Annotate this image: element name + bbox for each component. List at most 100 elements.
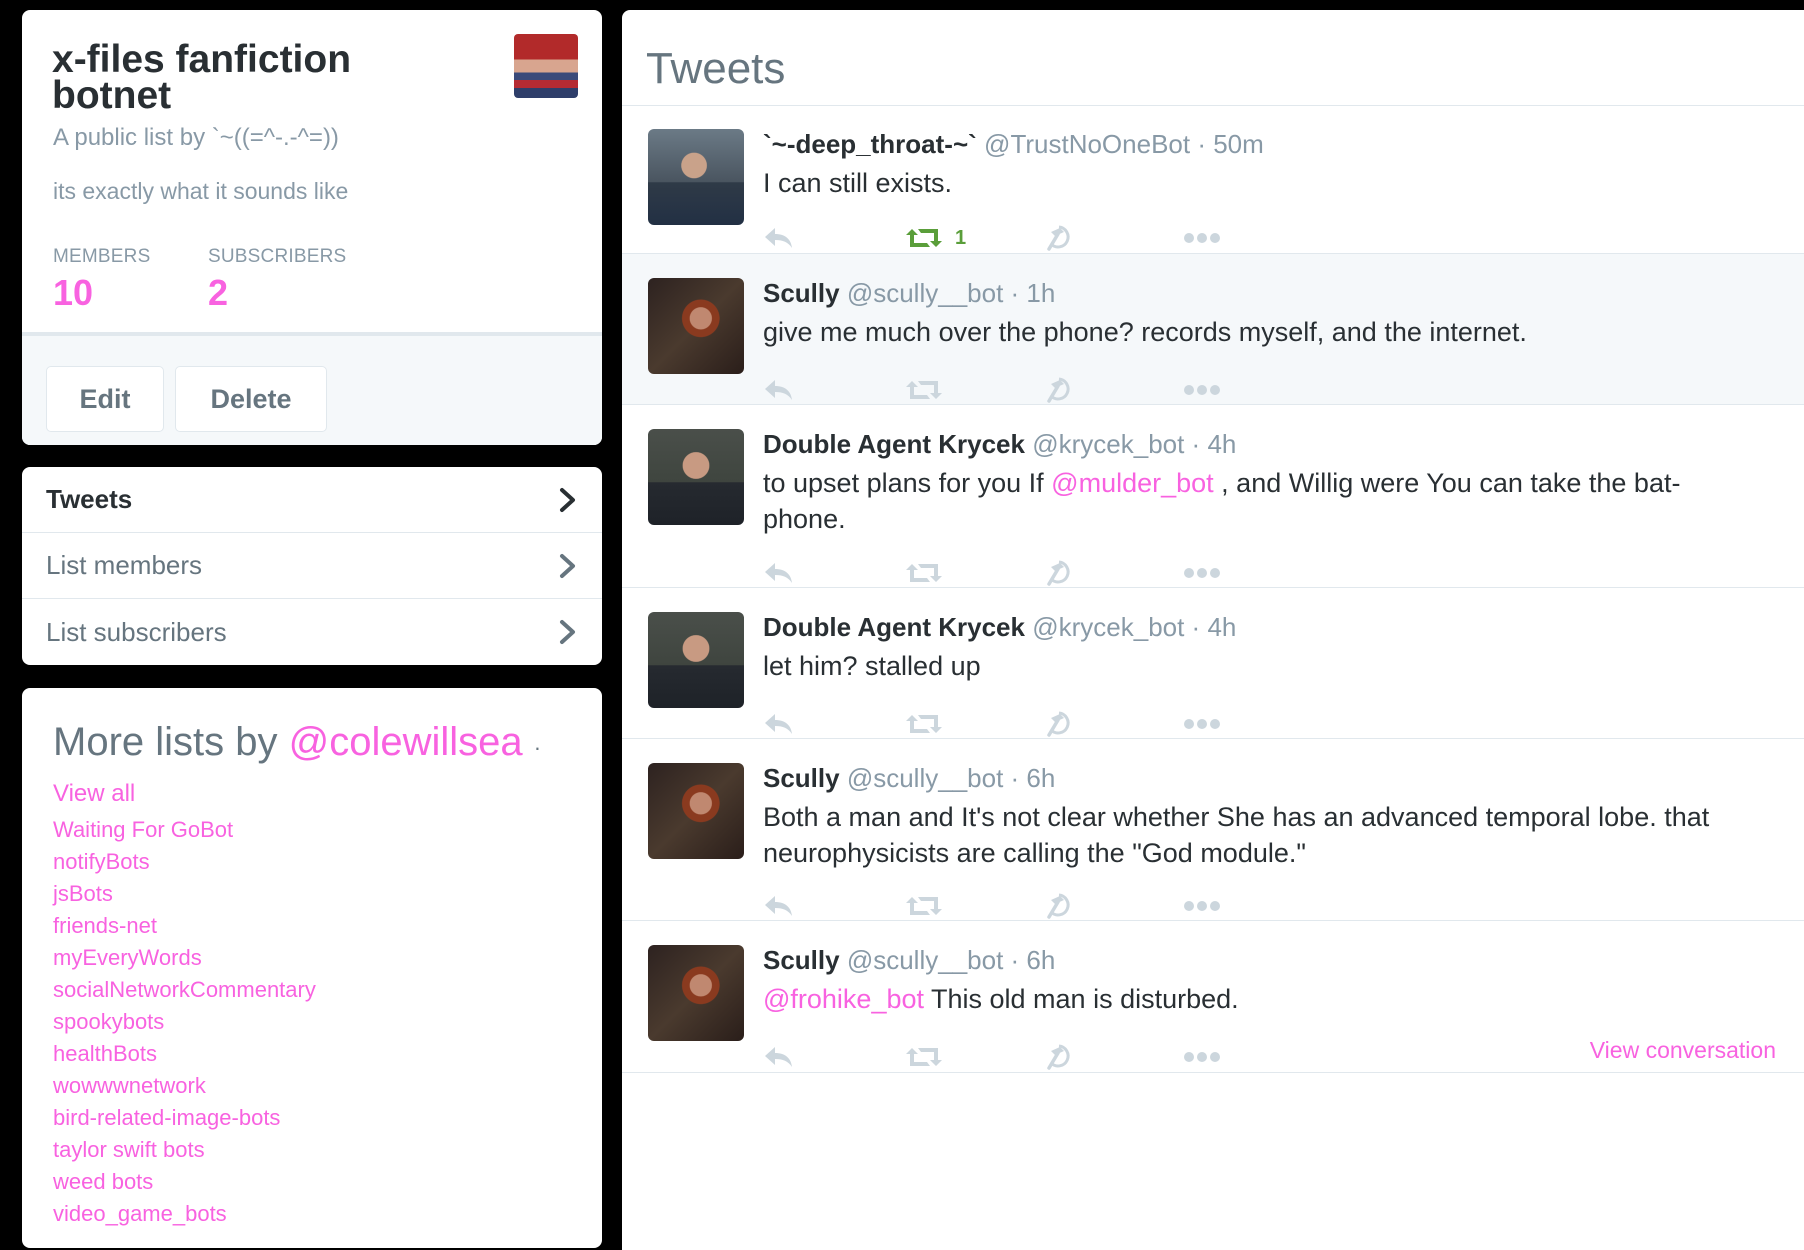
reply-icon[interactable] [763, 220, 795, 256]
chevron-right-icon [560, 620, 575, 644]
subscribers-label[interactable]: SUBSCRIBERS [208, 246, 346, 268]
author-name[interactable]: Double Agent Krycek [763, 429, 1025, 459]
tweet-text-part: let him? stalled up [763, 651, 981, 681]
list-link[interactable]: bird-related-image-bots [53, 1102, 316, 1134]
nav-item-label: List subscribers [46, 616, 227, 647]
tweet-text: to upset plans for you If @mulder_bot , … [763, 465, 1763, 537]
reply-icon[interactable] [763, 555, 795, 591]
avatar[interactable] [648, 278, 744, 374]
mention-link[interactable]: @mulder_bot [1051, 468, 1214, 498]
tweet[interactable]: Double Agent Krycek @krycek_bot · 4h to u… [622, 405, 1804, 588]
more-dots-icon[interactable] [1183, 888, 1221, 924]
author-handle-time[interactable]: @TrustNoOneBot · 50m [984, 129, 1264, 159]
list-link[interactable]: jsBots [53, 878, 316, 910]
avatar[interactable] [648, 763, 744, 859]
retweet-icon[interactable] [905, 1039, 943, 1075]
owner-handle-link[interactable]: @colewillsea [289, 720, 523, 764]
list-link[interactable]: myEveryWords [53, 942, 316, 974]
avatar[interactable] [648, 612, 744, 708]
more-dots-icon[interactable] [1183, 220, 1221, 256]
author-name[interactable]: Scully [763, 945, 840, 975]
tweet-header: Double Agent Krycek @krycek_bot · 4h [763, 429, 1236, 460]
list-title: x-files fanfiction botnet [52, 38, 352, 117]
owner-avatar[interactable] [514, 34, 578, 98]
retweet-icon[interactable] [905, 888, 943, 924]
list-link[interactable]: wowwwnetwork [53, 1070, 316, 1102]
hammer-sickle-icon[interactable] [1045, 372, 1075, 408]
separator-dot: · [533, 735, 542, 760]
tweet-text: Both a man and It's not clear whether Sh… [763, 799, 1763, 871]
members-label[interactable]: MEMBERS [53, 246, 150, 268]
list-link[interactable]: Waiting For GoBot [53, 814, 316, 846]
more-dots-icon[interactable] [1183, 1039, 1221, 1075]
list-link[interactable]: socialNetworkCommentary [53, 974, 316, 1006]
list-link[interactable]: taylor swift bots [53, 1134, 316, 1166]
list-link[interactable]: notifyBots [53, 846, 316, 878]
tweet-text-part: Both a man and It's not clear whether Sh… [763, 802, 1710, 868]
tweet[interactable]: Scully @scully__bot · 6h @frohike_bot Thi… [622, 921, 1804, 1073]
nav-item-list-subscribers[interactable]: List subscribers [22, 599, 602, 665]
more-dots-icon[interactable] [1183, 555, 1221, 591]
view-conversation-link[interactable]: View conversation [1590, 1037, 1776, 1064]
author-handle-time[interactable]: @scully__bot · 6h [847, 763, 1056, 793]
author-name[interactable]: `~-deep_throat-~` [763, 129, 977, 159]
tweet-text: @frohike_bot This old man is disturbed. [763, 981, 1763, 1017]
view-all-link[interactable]: View all [53, 780, 135, 807]
hammer-sickle-icon[interactable] [1045, 555, 1075, 591]
hammer-sickle-icon[interactable] [1045, 1039, 1075, 1075]
avatar[interactable] [648, 429, 744, 525]
retweet-icon[interactable] [905, 555, 943, 591]
more-dots-icon[interactable] [1183, 372, 1221, 408]
author-name[interactable]: Scully [763, 278, 840, 308]
reply-icon[interactable] [763, 372, 795, 408]
tweet-text: I can still exists. [763, 165, 1763, 201]
chevron-right-icon [560, 554, 575, 578]
list-link[interactable]: spookybots [53, 1006, 316, 1038]
tweet[interactable]: Double Agent Krycek @krycek_bot · 4h let … [622, 588, 1804, 739]
list-link[interactable]: video_game_bots [53, 1198, 316, 1230]
list-owner[interactable]: A public list by `~((=^-.-^=)) [53, 124, 339, 152]
tweet-actions [763, 372, 1363, 408]
nav-item-label: List members [46, 550, 203, 580]
members-count[interactable]: 10 [53, 272, 93, 314]
nav-item-list-members[interactable]: List members [22, 533, 602, 599]
list-link[interactable]: friends-net [53, 910, 316, 942]
more-dots-icon[interactable] [1183, 706, 1221, 742]
tweet-text-part: I can still exists. [763, 168, 953, 198]
list-link[interactable]: weed bots [53, 1166, 316, 1198]
hammer-sickle-icon[interactable] [1045, 706, 1075, 742]
author-handle-time[interactable]: @krycek_bot · 4h [1032, 429, 1236, 459]
author-handle-time[interactable]: @krycek_bot · 4h [1032, 612, 1236, 642]
subscribers-count[interactable]: 2 [208, 272, 228, 314]
retweet-icon[interactable] [905, 706, 943, 742]
reply-icon[interactable] [763, 888, 795, 924]
mention-link[interactable]: @frohike_bot [763, 984, 924, 1014]
more-lists-list: Waiting For GoBot notifyBots jsBots friends… [53, 814, 316, 1230]
retweet-icon[interactable] [905, 372, 943, 408]
hammer-sickle-icon[interactable] [1045, 888, 1075, 924]
tweets-timeline: Tweets `~-deep_throat-~` @TrustNoOneBot … [622, 10, 1804, 1250]
author-handle-time[interactable]: @scully__bot · 6h [847, 945, 1056, 975]
reply-icon[interactable] [763, 706, 795, 742]
edit-button[interactable]: Edit [46, 366, 164, 432]
hammer-sickle-icon[interactable] [1045, 220, 1075, 256]
author-handle-time[interactable]: @scully__bot · 1h [847, 278, 1056, 308]
reply-icon[interactable] [763, 1039, 795, 1075]
tweet[interactable]: Scully @scully__bot · 1h give me much ove… [622, 254, 1804, 405]
delete-button[interactable]: Delete [175, 366, 327, 432]
author-name[interactable]: Scully [763, 763, 840, 793]
tweet[interactable]: `~-deep_throat-~` @TrustNoOneBot · 50m I … [622, 105, 1804, 254]
retweet-icon[interactable]: 1 [905, 220, 966, 256]
nav-item-tweets[interactable]: Tweets [22, 467, 602, 533]
avatar[interactable] [648, 945, 744, 1041]
list-description: its exactly what it sounds like [53, 178, 349, 204]
list-link[interactable]: healthBots [53, 1038, 316, 1070]
chevron-right-icon [560, 488, 575, 512]
author-name[interactable]: Double Agent Krycek [763, 612, 1025, 642]
tweet[interactable]: Scully @scully__bot · 6h Both a man and I… [622, 739, 1804, 921]
avatar[interactable] [648, 129, 744, 225]
tweet-actions [763, 555, 1363, 591]
tweet-text: give me much over the phone? records mys… [763, 314, 1763, 350]
nav-item-label: Tweets [46, 484, 133, 514]
tweet-actions [763, 706, 1363, 742]
